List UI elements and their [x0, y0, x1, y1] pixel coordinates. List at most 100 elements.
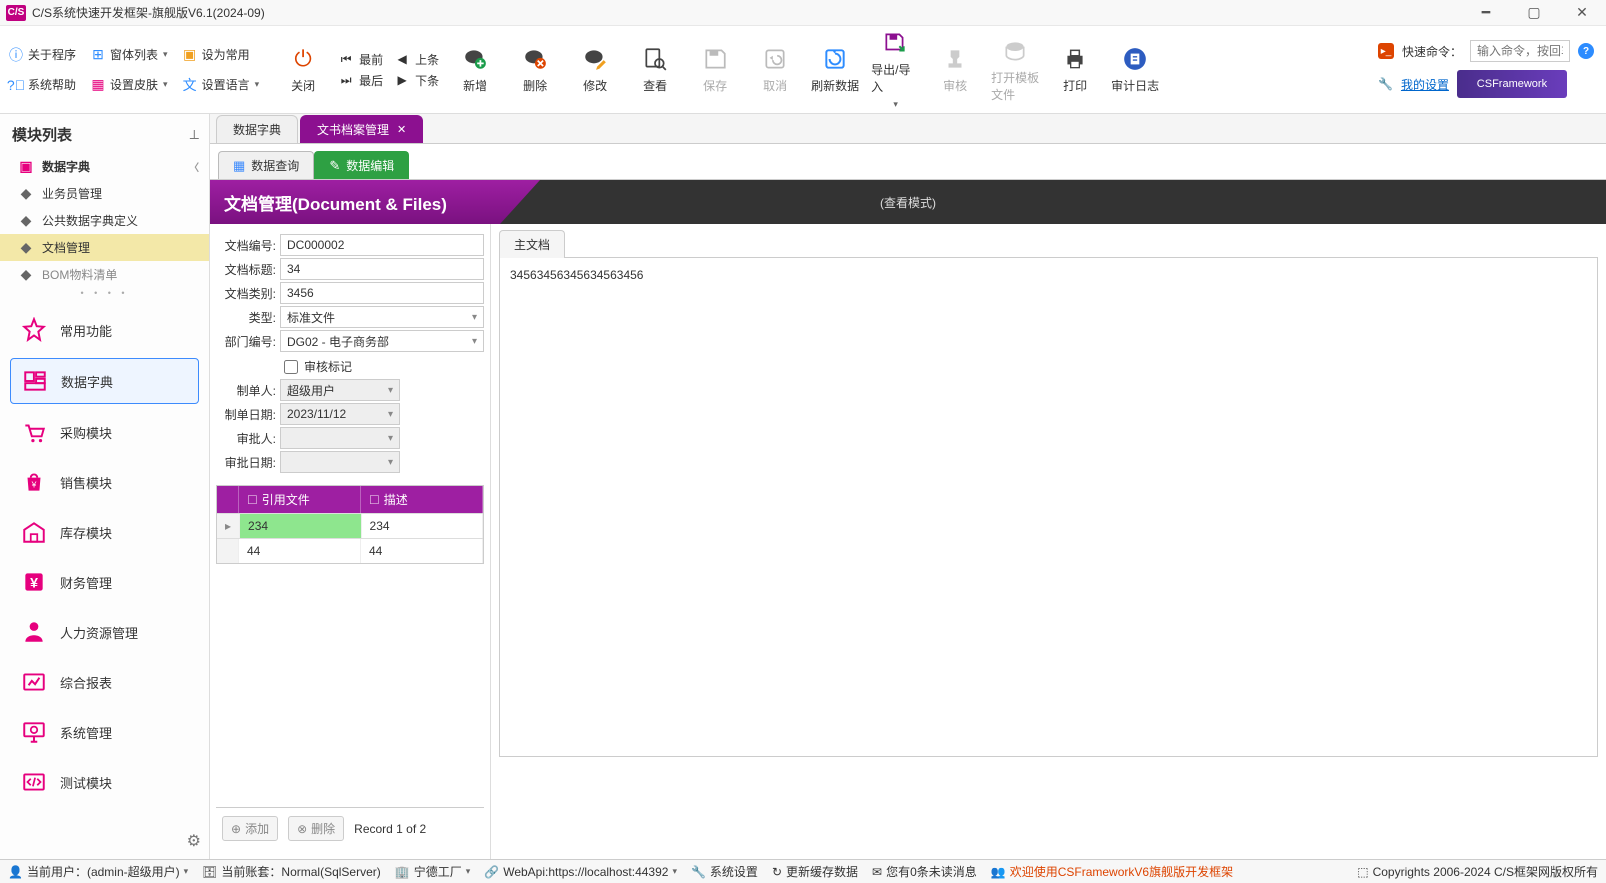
- grid-delete-button[interactable]: ⊗删除: [288, 816, 344, 841]
- nav-hr[interactable]: 人力资源管理: [10, 610, 199, 654]
- chevron-down-icon: ▾: [163, 79, 168, 90]
- nav-purchase[interactable]: 采购模块: [10, 410, 199, 454]
- nav-test[interactable]: 测试模块: [10, 760, 199, 804]
- mail-icon: ✉: [872, 865, 882, 879]
- nav-common[interactable]: 常用功能: [10, 308, 199, 352]
- ribbon: ⓘ关于程序 ⊞窗体列表▾ ▣设为常用 ?⃝系统帮助 ▦设置皮肤▾ 文设置语言▾ …: [0, 26, 1606, 114]
- search-icon: [641, 45, 669, 73]
- tab-doc-archive[interactable]: 文书档案管理✕: [300, 115, 423, 143]
- set-common-button[interactable]: ▣设为常用: [182, 43, 250, 67]
- chevron-down-icon: ▾: [184, 866, 189, 877]
- bookmark-icon: ▣: [182, 47, 198, 63]
- grid-add-button[interactable]: ⊕添加: [222, 816, 278, 841]
- minimize-button[interactable]: ━: [1476, 3, 1496, 23]
- bom-icon: ◆: [18, 267, 34, 283]
- status-webapi[interactable]: 🔗WebApi:https://localhost:44392▾: [484, 865, 677, 879]
- create-date-field: 2023/11/12▾: [280, 403, 400, 425]
- nav-system[interactable]: 系统管理: [10, 710, 199, 754]
- document-tabs: 数据字典 文书档案管理✕: [210, 114, 1606, 144]
- doc-icon: ◆: [18, 240, 34, 256]
- page-mode: (查看模式): [880, 194, 936, 211]
- creator-label: 制单人:: [216, 382, 280, 399]
- tab-dict[interactable]: 数据字典: [216, 115, 298, 143]
- edit-icon: ✎: [329, 158, 340, 174]
- print-tool[interactable]: 打印: [1051, 45, 1099, 94]
- prev-record-button[interactable]: ◀上条: [395, 51, 439, 68]
- status-factory[interactable]: 🏢宁德工厂▾: [395, 863, 471, 880]
- audit-icon: [1121, 45, 1149, 73]
- add-tool[interactable]: 新增: [451, 45, 499, 94]
- first-record-button[interactable]: ⏮最前: [339, 51, 383, 68]
- status-account[interactable]: 🗄当前账套：Normal(SqlServer): [202, 863, 381, 880]
- subtab-edit[interactable]: ✎数据编辑: [314, 151, 409, 179]
- cart-icon: [20, 418, 48, 446]
- chevron-down-icon: ▾: [472, 312, 477, 323]
- gear-icon[interactable]: ⚙: [187, 833, 201, 850]
- tree-root[interactable]: ▣数据字典: [0, 153, 209, 180]
- pin-icon[interactable]: ⟂: [190, 126, 199, 143]
- about-button[interactable]: ⓘ关于程序: [8, 43, 76, 67]
- undo-icon: [761, 45, 789, 73]
- grid-col-ref[interactable]: ☐引用文件: [239, 486, 361, 513]
- prev-icon: ◀: [395, 52, 409, 66]
- tree-item[interactable]: ◆文档管理: [0, 234, 209, 261]
- export-tool[interactable]: 导出/导入▾: [871, 29, 919, 110]
- close-icon[interactable]: ✕: [397, 123, 406, 136]
- status-unread[interactable]: ✉您有0条未读消息: [872, 863, 977, 880]
- table-row[interactable]: ▸ 234 234: [217, 513, 483, 538]
- tree-item[interactable]: ◆公共数据字典定义: [0, 207, 209, 234]
- save-tool: 保存: [691, 45, 739, 94]
- people-icon: 👥: [991, 865, 1006, 879]
- doc-no-field[interactable]: DC000002: [280, 234, 484, 256]
- globe-icon: 文: [182, 77, 198, 93]
- tree-item[interactable]: ◆业务员管理: [0, 180, 209, 207]
- db-icon: 🗄: [202, 865, 217, 879]
- next-record-button[interactable]: ▶下条: [395, 72, 439, 89]
- sidebar: 模块列表 ⟂ ▣数据字典 ◆业务员管理 ◆公共数据字典定义 ◆文档管理 ◆BOM…: [0, 114, 210, 859]
- nav-report[interactable]: 综合报表: [10, 660, 199, 704]
- table-row[interactable]: 44 44: [217, 538, 483, 563]
- cancel-tool: 取消: [751, 45, 799, 94]
- subtab-query[interactable]: ▦数据查询: [218, 151, 314, 179]
- palette-icon: ▦: [90, 77, 106, 93]
- nav-sales[interactable]: ¥销售模块: [10, 460, 199, 504]
- view-tool[interactable]: 查看: [631, 45, 679, 94]
- delete-tool[interactable]: 删除: [511, 45, 559, 94]
- doc-category-field[interactable]: 3456: [280, 282, 484, 304]
- my-settings-link[interactable]: 我的设置: [1401, 76, 1449, 93]
- status-settings[interactable]: 🔧系统设置: [691, 863, 758, 880]
- doc-title-field[interactable]: 34: [280, 258, 484, 280]
- code-icon: [20, 768, 48, 796]
- refresh-tool[interactable]: 刷新数据: [811, 45, 859, 94]
- close-tool[interactable]: ⏻关闭: [279, 45, 327, 94]
- close-window-button[interactable]: ✕: [1572, 3, 1592, 23]
- info-icon[interactable]: ?: [1578, 43, 1594, 59]
- last-record-button[interactable]: ⏭最后: [339, 72, 383, 89]
- edit-icon: [581, 45, 609, 73]
- status-user[interactable]: 👤当前用户：(admin-超级用户)▾: [8, 863, 188, 880]
- skin-button[interactable]: ▦设置皮肤▾: [90, 73, 168, 97]
- window-list-button[interactable]: ⊞窗体列表▾: [90, 43, 168, 67]
- edit-tool[interactable]: 修改: [571, 45, 619, 94]
- status-refresh-cache[interactable]: ↻更新缓存数据: [772, 863, 858, 880]
- audit-log-tool[interactable]: 审计日志: [1111, 45, 1159, 94]
- refresh-icon: ↻: [772, 865, 782, 879]
- nav-finance[interactable]: ¥财务管理: [10, 560, 199, 604]
- nav-inventory[interactable]: 库存模块: [10, 510, 199, 554]
- doc-title-label: 文档标题:: [216, 261, 280, 278]
- quick-cmd-input[interactable]: [1470, 40, 1570, 62]
- page-banner: 文档管理(Document & Files) (查看模式): [210, 180, 1606, 224]
- tree-item[interactable]: ◆BOM物料清单: [0, 261, 209, 288]
- dept-select[interactable]: DG02 - 电子商务部▾: [280, 330, 484, 352]
- help-button[interactable]: ?⃝系统帮助: [8, 73, 76, 97]
- right-tab-main[interactable]: 主文档: [499, 230, 565, 258]
- approve-checkbox[interactable]: [284, 360, 298, 374]
- row-indicator-icon: ▸: [217, 514, 240, 538]
- page-title: 文档管理(Document & Files): [210, 190, 447, 215]
- nav-dict[interactable]: 数据字典: [10, 358, 199, 404]
- doc-type-select[interactable]: 标准文件▾: [280, 306, 484, 328]
- language-button[interactable]: 文设置语言▾: [182, 73, 260, 97]
- chevron-down-icon: ▾: [388, 457, 393, 468]
- maximize-button[interactable]: ▢: [1524, 3, 1544, 23]
- grid-col-desc[interactable]: ☐描述: [361, 486, 483, 513]
